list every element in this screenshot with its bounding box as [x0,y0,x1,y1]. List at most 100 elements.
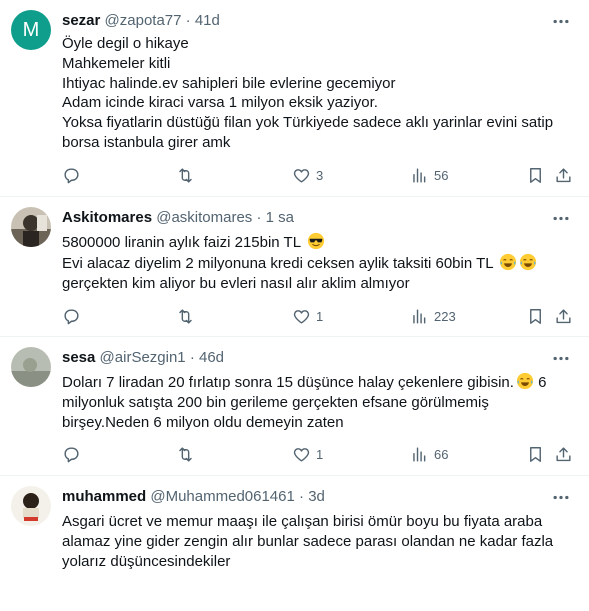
more-icon[interactable] [551,209,571,227]
more-icon[interactable] [551,488,571,506]
views-icon [413,308,426,324]
timestamp[interactable]: 46d [199,349,224,366]
tweet[interactable]: sesa @airSezgin1 · 46d Doları 7 liradan … [0,337,589,476]
reply-icon [64,167,79,183]
tweet-line: Asgari ücret ve memur maaşı ile çalışan … [62,513,543,530]
avatar[interactable] [11,486,51,526]
tweet-line: Öyle degil o hikaye [62,35,189,52]
retweet-button[interactable] [176,442,200,466]
display-name[interactable]: sezar [62,12,100,29]
more-icon[interactable] [551,12,571,30]
tweet-header: sezar @zapota77 · 41d [62,11,220,31]
avatar-letter: M [22,18,40,41]
views-icon [413,167,426,183]
tweet-text: Asgari ücret ve memur maaşı ile çalışan … [62,512,572,571]
action-bar: 1 66 [58,442,578,466]
tweet-line: alamaz yine gider zengin alır bunlar sad… [62,532,554,550]
reply-icon [64,446,79,462]
views-button[interactable]: 223 [410,304,456,328]
retweet-button[interactable] [176,304,200,328]
views-button[interactable]: 66 [410,442,448,466]
share-icon [556,446,571,461]
tweet-header: muhammed @Muhammed061461 · 3d [62,487,325,507]
tears-of-joy-emoji [520,253,537,270]
timestamp[interactable]: 41d [195,12,220,29]
view-count: 223 [434,308,456,324]
like-icon [293,309,310,324]
user-handle[interactable]: @Muhammed061461 [150,488,294,505]
tweet-line: milyonluk satışta 200 bin gerileme gerçe… [62,393,489,411]
bookmark-icon [530,167,541,183]
tweet[interactable]: muhammed @Muhammed061461 · 3d Asgari ücr… [0,476,589,611]
reply-button[interactable] [62,163,86,187]
tweet-line: Ihtiyac halinde.ev sahipleri bile evleri… [62,74,396,92]
like-button[interactable]: 3 [292,163,323,187]
share-button[interactable] [554,304,573,328]
tweet-line: 6 [533,374,547,391]
tweet-line: Adam icinde kiraci varsa 1 milyon eksik … [62,94,378,112]
tweet-line: Mahkemeler kitli [62,54,171,72]
bookmark-button[interactable] [526,163,545,187]
share-icon [556,308,571,323]
reply-feed: M sezar @zapota77 · 41d Öyle degil o hik… [0,0,589,611]
retweet-icon [179,446,192,462]
tweet-line: Evi alacaz diyelim 2 milyonuna kredi cek… [62,254,494,272]
like-icon [293,447,310,462]
tweet-header: Askitomares @askitomares · 1 sa [62,208,294,228]
avatar[interactable] [11,347,51,387]
separator-dot: · [185,12,191,29]
tweet[interactable]: M sezar @zapota77 · 41d Öyle degil o hik… [0,0,589,197]
action-bar: 3 56 [58,163,578,187]
avatar[interactable]: M [11,10,51,50]
separator-dot: · [299,488,305,505]
retweet-button[interactable] [176,163,200,187]
tweet-line: gerçekten kim aliyor bu evleri nasıl alı… [62,274,410,292]
retweet-icon [179,167,192,183]
tweet-line: Yoksa fiyatlarin düstüğü filan yok Türki… [62,114,554,132]
timestamp[interactable]: 1 sa [266,209,294,226]
view-count: 66 [434,446,449,462]
view-count: 56 [434,167,449,183]
tweet-text: Doları 7 liradan 20 fırlatıp sonra 15 dü… [62,372,572,432]
tweet-line: 5800000 liranin aylık faizi 215bin TL [62,234,301,251]
action-bar: 1 223 [58,304,578,328]
tears-of-joy-emoji [500,253,517,270]
like-button[interactable]: 1 [292,304,323,328]
tweet-header: sesa @airSezgin1 · 46d [62,348,224,368]
separator-dot: · [189,349,195,366]
tweet-text: 5800000 liranin aylık faizi 215bin TL Ev… [62,232,572,293]
share-button[interactable] [554,163,573,187]
display-name[interactable]: muhammed [62,488,146,505]
user-handle[interactable]: @zapota77 [105,12,182,29]
user-handle[interactable]: @airSezgin1 [100,349,186,366]
reply-icon [64,308,79,324]
like-count: 1 [316,308,324,324]
views-icon [413,446,426,462]
like-button[interactable]: 1 [292,442,323,466]
share-icon [556,167,571,182]
views-button[interactable]: 56 [410,163,448,187]
separator-dot: · [256,209,262,226]
like-icon [293,168,310,183]
bookmark-button[interactable] [526,442,545,466]
user-handle[interactable]: @askitomares [156,209,252,226]
tweet-line: birşey.Neden 6 milyon oldu demeyin zaten [62,413,344,431]
display-name[interactable]: sesa [62,349,95,366]
bookmark-icon [530,308,541,324]
retweet-icon [179,308,192,324]
tweet-line: Doları 7 liradan 20 fırlatıp sonra 15 dü… [62,374,514,391]
tweet-line: borsa istanbula girer amk [62,133,231,151]
more-icon[interactable] [551,349,571,367]
share-button[interactable] [554,442,573,466]
avatar[interactable] [11,207,51,247]
like-count: 3 [316,167,324,183]
bookmark-icon [530,446,541,462]
timestamp[interactable]: 3d [308,488,325,505]
tweet-text: Öyle degil o hikaye Mahkemeler kitli Iht… [62,34,572,153]
tears-of-joy-emoji [516,372,534,390]
reply-button[interactable] [62,304,86,328]
tweet[interactable]: Askitomares @askitomares · 1 sa 5800000 … [0,197,589,337]
reply-button[interactable] [62,442,86,466]
display-name[interactable]: Askitomares [62,209,152,226]
bookmark-button[interactable] [526,304,545,328]
